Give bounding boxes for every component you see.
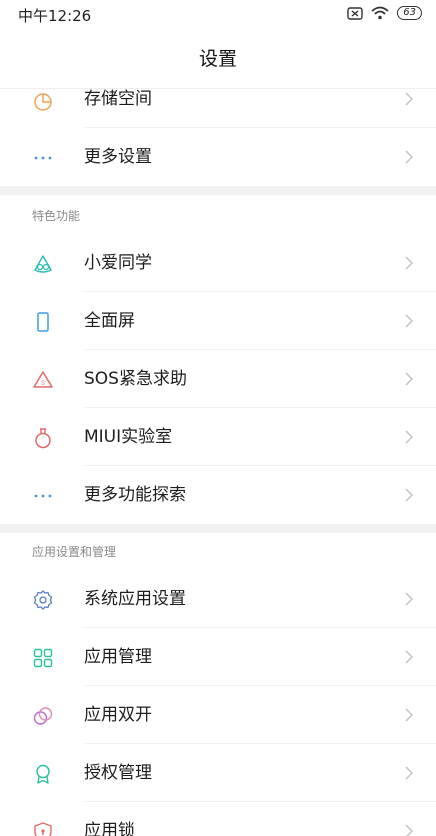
app-grid-icon bbox=[33, 648, 53, 668]
chevron-right-icon bbox=[405, 150, 414, 164]
chevron-right-icon bbox=[405, 766, 414, 780]
badge-icon bbox=[36, 764, 50, 784]
list-item-sos[interactable]: S SOS紧急求助 bbox=[0, 350, 436, 408]
chevron-right-icon bbox=[405, 650, 414, 664]
chevron-right-icon bbox=[405, 92, 414, 106]
more-dots-icon bbox=[34, 156, 52, 160]
section-gap bbox=[0, 186, 436, 195]
lock-shield-icon bbox=[34, 822, 52, 836]
section-header-app-management: 应用设置和管理 bbox=[32, 545, 117, 559]
page-title: 设置 bbox=[198, 48, 237, 70]
header-divider bbox=[0, 88, 436, 89]
list-item-fullscreen[interactable]: 全面屏 bbox=[0, 292, 436, 350]
list-item-label: 更多功能探索 bbox=[84, 485, 186, 505]
status-bar: 中午12:26 63 bbox=[0, 0, 436, 30]
list-item-xiaoai[interactable]: 小爱同学 bbox=[0, 234, 436, 292]
xiaoai-icon bbox=[34, 255, 52, 273]
wifi-icon bbox=[371, 6, 389, 20]
list-item-label: MIUI实验室 bbox=[84, 427, 173, 447]
settings-list[interactable]: 存储空间 更多设置 特色功能 小爱同学 全面屏 S SOS紧急求助 MIUI实验… bbox=[0, 70, 436, 836]
svg-text:S: S bbox=[41, 381, 45, 387]
list-item-label: 小爱同学 bbox=[84, 253, 152, 273]
page-header: 设置 bbox=[0, 38, 436, 80]
status-time: 中午12:26 bbox=[18, 7, 92, 25]
more-dots-icon bbox=[34, 494, 52, 498]
list-item-label: 全面屏 bbox=[84, 311, 135, 331]
section-gap bbox=[0, 524, 436, 533]
battery-indicator: 63 bbox=[397, 6, 422, 20]
list-item-label: 应用锁 bbox=[84, 821, 135, 836]
chevron-right-icon bbox=[405, 372, 414, 386]
chevron-right-icon bbox=[405, 824, 414, 836]
list-item-app-lock[interactable]: 应用锁 bbox=[0, 802, 436, 836]
list-item-label: 系统应用设置 bbox=[84, 589, 186, 609]
list-item-permissions[interactable]: 授权管理 bbox=[0, 744, 436, 802]
storage-pie-icon bbox=[34, 93, 52, 111]
list-item-label: SOS紧急求助 bbox=[84, 369, 187, 389]
list-item-label: 更多设置 bbox=[84, 147, 152, 167]
list-item-label: 授权管理 bbox=[84, 763, 152, 783]
list-item-system-app-settings[interactable]: 系统应用设置 bbox=[0, 570, 436, 628]
chevron-right-icon bbox=[405, 430, 414, 444]
list-item-more-settings[interactable]: 更多设置 bbox=[0, 128, 436, 186]
list-item-label: 应用双开 bbox=[84, 705, 152, 725]
fullscreen-phone-icon bbox=[37, 312, 49, 332]
chevron-right-icon bbox=[405, 708, 414, 722]
chevron-right-icon bbox=[405, 592, 414, 606]
chevron-right-icon bbox=[405, 488, 414, 502]
section-header-features: 特色功能 bbox=[32, 209, 81, 223]
list-item-miui-lab[interactable]: MIUI实验室 bbox=[0, 408, 436, 466]
list-item-app-management[interactable]: 应用管理 bbox=[0, 628, 436, 686]
list-item-label: 应用管理 bbox=[84, 647, 152, 667]
lab-flask-icon bbox=[35, 428, 51, 449]
gear-icon bbox=[33, 590, 53, 610]
chevron-right-icon bbox=[405, 314, 414, 328]
sos-icon: S bbox=[33, 371, 53, 388]
status-icons: 63 bbox=[347, 6, 422, 20]
list-item-dual-apps[interactable]: 应用双开 bbox=[0, 686, 436, 744]
chevron-right-icon bbox=[405, 256, 414, 270]
sim-no-signal-icon bbox=[347, 6, 363, 20]
list-item-more-features[interactable]: 更多功能探索 bbox=[0, 466, 436, 524]
dual-app-icon bbox=[33, 707, 53, 725]
